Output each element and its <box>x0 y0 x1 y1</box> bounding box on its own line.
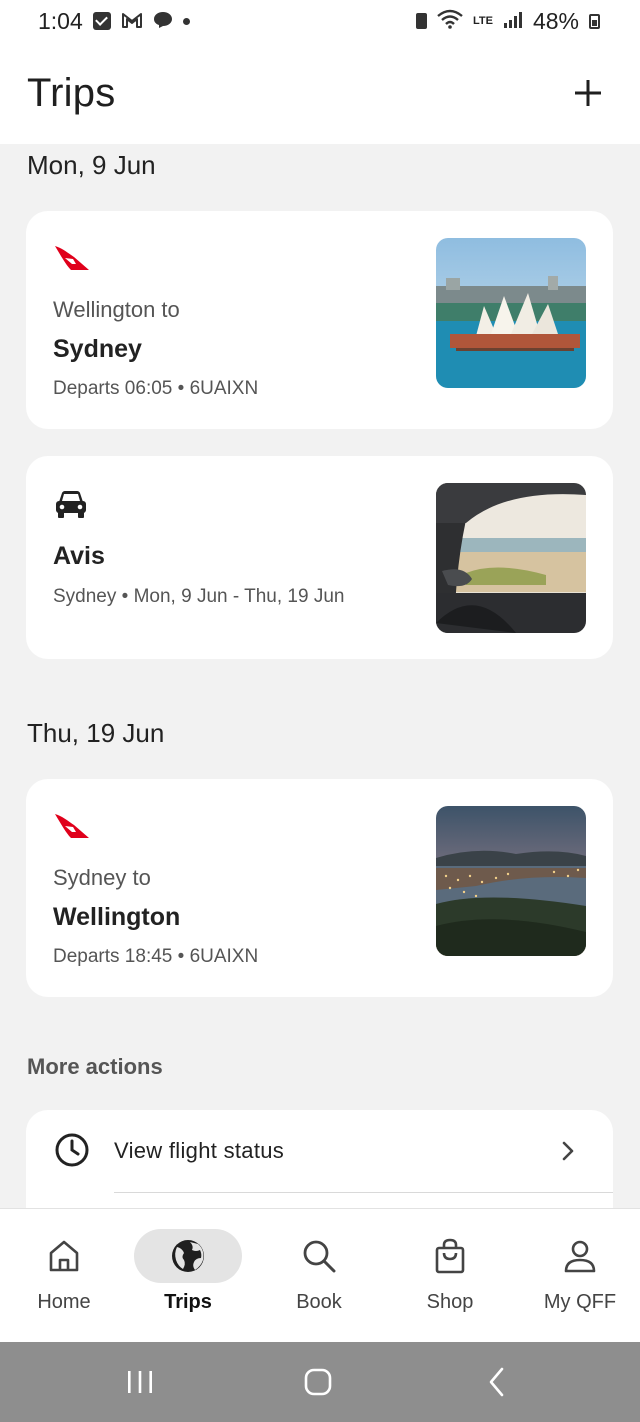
nav-home[interactable]: Home <box>0 1209 128 1343</box>
clock-icon <box>54 1132 90 1173</box>
flight-origin-text: Wellington to <box>53 297 180 322</box>
car-icon <box>54 490 88 525</box>
flight-details: Departs 18:45 • 6UAIXN <box>53 946 259 967</box>
nav-my-qff-label: My QFF <box>543 1291 617 1313</box>
car-rental-details: Sydney • Mon, 9 Jun - Thu, 19 Jun <box>53 586 345 607</box>
bottom-navigation: Home Trips Book Shop My QFF <box>0 1208 640 1342</box>
notification-dot-icon <box>182 17 190 25</box>
nav-home-label: Home <box>37 1291 91 1313</box>
nav-book[interactable]: Book <box>255 1209 383 1343</box>
add-trip-button[interactable] <box>568 73 608 113</box>
flight-destination: Wellington <box>53 903 181 931</box>
chevron-right-icon <box>561 1140 575 1167</box>
nav-book-label: Book <box>296 1291 342 1313</box>
qantas-logo-icon <box>54 245 90 276</box>
signal-icon <box>503 8 523 35</box>
home-circle-icon <box>304 1368 332 1396</box>
status-left: 1:04 <box>38 8 190 35</box>
home-icon <box>49 1240 79 1272</box>
view-flight-status-button[interactable]: View flight status <box>26 1110 613 1192</box>
app-header: Trips <box>0 42 640 144</box>
flight-destination: Sydney <box>53 335 142 363</box>
system-navigation-bar <box>0 1342 640 1422</box>
battery-percent: 48% <box>532 7 579 34</box>
back-chevron-icon <box>489 1367 504 1397</box>
home-system-button[interactable] <box>298 1364 338 1400</box>
shopping-bag-icon <box>435 1238 465 1274</box>
nav-trips[interactable]: Trips <box>124 1209 252 1343</box>
flight-card-wellington-sydney[interactable]: Wellington to Sydney Departs 06:05 • 6UA… <box>26 211 613 429</box>
person-icon <box>564 1240 596 1273</box>
wifi-icon <box>437 8 463 35</box>
status-right: LTE 48% <box>415 7 600 35</box>
status-time: 1:04 <box>38 7 83 34</box>
car-rental-card-avis[interactable]: Avis Sydney • Mon, 9 Jun - Thu, 19 Jun <box>26 456 613 659</box>
battery-icon <box>589 13 600 29</box>
recent-apps-button[interactable] <box>120 1364 160 1400</box>
page-title: Trips <box>27 70 116 115</box>
back-button[interactable] <box>478 1364 518 1400</box>
chat-bubble-icon <box>153 8 173 35</box>
date-heading: Mon, 9 Jun <box>27 150 156 180</box>
flight-origin-text: Sydney to <box>53 865 151 890</box>
more-actions-list: View flight status <box>26 1110 613 1208</box>
gmail-icon <box>121 8 143 35</box>
battery-saver-icon <box>415 13 427 29</box>
nav-my-qff[interactable]: My QFF <box>516 1209 640 1343</box>
nav-shop-label: Shop <box>426 1291 474 1313</box>
wellington-image <box>436 806 586 956</box>
flight-card-sydney-wellington[interactable]: Sydney to Wellington Departs 18:45 • 6UA… <box>26 779 613 997</box>
plus-icon <box>575 80 601 106</box>
car-rental-company: Avis <box>53 542 105 570</box>
search-icon <box>303 1240 336 1273</box>
view-flight-status-label: View flight status <box>114 1138 285 1163</box>
nav-shop[interactable]: Shop <box>386 1209 514 1343</box>
sydney-image <box>436 238 586 388</box>
car-beach-image <box>436 483 586 633</box>
status-bar: 1:04 LTE 48% <box>0 0 640 42</box>
date-heading: Thu, 19 Jun <box>27 718 165 748</box>
flight-details: Departs 06:05 • 6UAIXN <box>53 378 259 399</box>
recent-apps-icon <box>128 1371 152 1393</box>
globe-icon <box>172 1240 204 1272</box>
trips-list[interactable]: Mon, 9 Jun Wellington to Sydney Departs … <box>0 144 640 1208</box>
divider <box>114 1192 613 1193</box>
qantas-logo-icon <box>54 813 90 844</box>
more-actions-heading: More actions <box>27 1054 163 1079</box>
nav-trips-label: Trips <box>164 1291 212 1313</box>
task-check-icon <box>92 12 111 30</box>
lte-label: LTE <box>472 14 493 27</box>
